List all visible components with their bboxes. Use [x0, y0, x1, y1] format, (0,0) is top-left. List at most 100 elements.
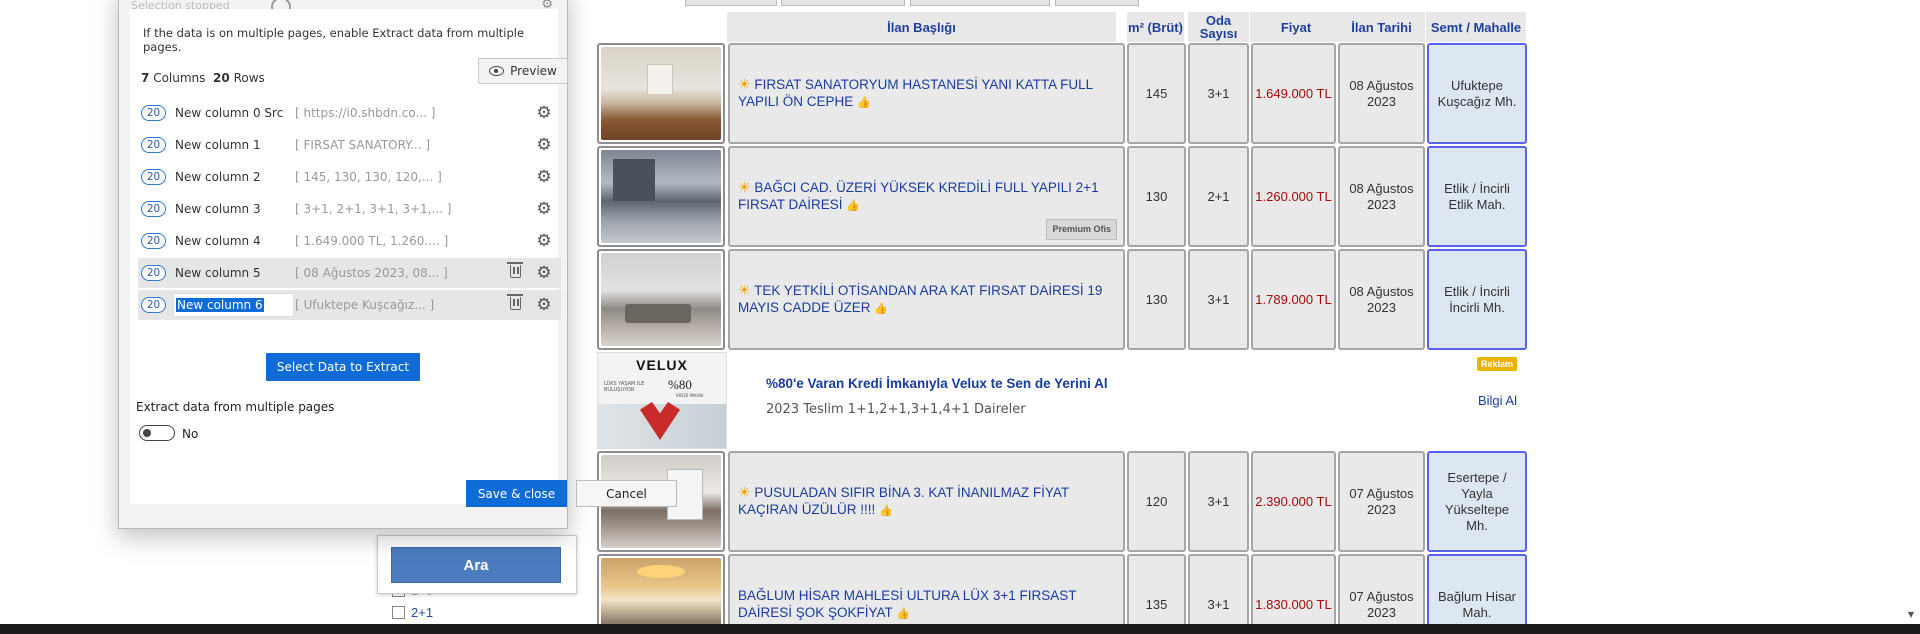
multi-page-info: If the data is on multiple pages, enable…: [143, 26, 525, 54]
search-button[interactable]: Ara: [391, 547, 561, 583]
listing-title-cell[interactable]: ☀ FIRSAT SANATORYUM HASTANESİ YANI KATTA…: [728, 43, 1125, 144]
listing-district: Bağlum Hisar Mah.: [1427, 554, 1527, 634]
column-name[interactable]: New column 3: [175, 202, 296, 216]
column-row[interactable]: 20 New column 0 Src [ https://i0.shbdn.c…: [138, 98, 561, 128]
column-row[interactable]: 20 New column 6 [ Ufuktepe Kuşcağız... ]…: [138, 290, 561, 320]
ad-image-percent-sub: KREDİ İMKANI: [676, 393, 704, 398]
listing-title[interactable]: TEK YETKİLİ OTİSANDAN ARA KAT FIRSAT DAİ…: [738, 283, 1102, 315]
column-sample: [ Ufuktepe Kuşcağız... ]: [295, 298, 435, 312]
column-name[interactable]: New column 2: [175, 170, 296, 184]
listing-title-cell[interactable]: ☀ TEK YETKİLİ OTİSANDAN ARA KAT FIRSAT D…: [728, 249, 1125, 350]
sun-icon: ☀: [738, 178, 751, 195]
delete-column-trash-icon[interactable]: [507, 294, 523, 310]
header-rooms[interactable]: Oda Sayısı: [1188, 12, 1250, 42]
listing-thumbnail[interactable]: [597, 554, 725, 634]
top-tab[interactable]: [781, 0, 905, 6]
column-count-pill: 20: [141, 201, 166, 217]
delete-column-trash-icon[interactable]: [507, 262, 523, 278]
column-settings-gear-icon[interactable]: ⚙: [535, 232, 553, 250]
column-settings-gear-icon[interactable]: ⚙: [535, 200, 553, 218]
column-settings-gear-icon[interactable]: ⚙: [535, 136, 553, 154]
top-tab[interactable]: [1055, 0, 1139, 6]
listing-rooms: 3+1: [1188, 43, 1249, 144]
column-name-selected-text[interactable]: New column 6: [176, 298, 264, 312]
listing-m2: 135: [1127, 554, 1186, 634]
column-count-pill: 20: [141, 265, 166, 281]
column-name[interactable]: New column 1: [175, 138, 296, 152]
column-name-input[interactable]: New column 6: [173, 293, 294, 317]
thumbs-up-icon: 👍: [879, 504, 893, 517]
column-settings-gear-icon[interactable]: ⚙: [535, 296, 553, 314]
column-settings-gear-icon[interactable]: ⚙: [535, 264, 553, 282]
premium-badge: Premium Ofis: [1046, 219, 1117, 240]
listing-date: 08 Ağustos 2023: [1338, 249, 1425, 350]
column-row[interactable]: 20 New column 1 [ FIRSAT SANATORY... ] ⚙: [138, 130, 561, 160]
cancel-button[interactable]: Cancel: [576, 480, 677, 507]
listing-row[interactable]: BAĞLUM HİSAR MAHLESİ ULTURA LÜX 3+1 FIRS…: [593, 554, 1527, 634]
column-count-pill: 20: [141, 137, 166, 153]
listing-title[interactable]: FIRSAT SANATORYUM HASTANESİ YANI KATTA F…: [738, 77, 1093, 109]
column-sample: [ 145, 130, 130, 120,... ]: [295, 170, 442, 184]
listing-thumbnail[interactable]: [597, 249, 725, 350]
sun-icon: ☀: [738, 281, 751, 298]
listing-title[interactable]: BAĞCI CAD. ÜZERİ YÜKSEK KREDİLİ FULL YAP…: [738, 180, 1099, 212]
top-tab[interactable]: [910, 0, 1050, 6]
listing-district: Esertepe / Yayla Yükseltepe Mh.: [1427, 451, 1527, 552]
ad-subtitle: 2023 Teslim 1+1,2+1,3+1,4+1 Daireler: [766, 402, 1026, 417]
column-settings-gear-icon[interactable]: ⚙: [535, 104, 553, 122]
header-title[interactable]: İlan Başlığı: [727, 12, 1117, 42]
listing-title-cell[interactable]: ☀ BAĞCI CAD. ÜZERİ YÜKSEK KREDİLİ FULL Y…: [728, 146, 1125, 247]
listing-row[interactable]: ☀ FIRSAT SANATORYUM HASTANESİ YANI KATTA…: [593, 43, 1527, 144]
sun-icon: ☀: [738, 75, 751, 92]
column-name[interactable]: New column 5: [175, 266, 296, 280]
column-count-pill: 20: [141, 233, 166, 249]
listing-thumbnail[interactable]: [597, 43, 725, 144]
column-row[interactable]: 20 New column 3 [ 3+1, 2+1, 3+1, 3+1,...…: [138, 194, 561, 224]
listing-district: Ufuktepe Kuşcağız Mh.: [1427, 43, 1527, 144]
rows-count: 20: [213, 71, 230, 85]
header-m2[interactable]: m² (Brüt): [1127, 12, 1185, 42]
top-tab[interactable]: [685, 0, 777, 6]
save-close-button[interactable]: Save & close: [466, 480, 567, 507]
multi-page-toggle[interactable]: [139, 425, 175, 441]
filter-option[interactable]: 2+1: [392, 605, 433, 620]
ad-title[interactable]: %80'e Varan Kredi İmkanıyla Velux te Sen…: [766, 376, 1108, 391]
select-data-button[interactable]: Select Data to Extract: [266, 353, 420, 381]
listing-m2: 130: [1127, 249, 1186, 350]
listing-price: 1.260.000 TL: [1251, 146, 1336, 247]
header-price[interactable]: Fiyat: [1250, 12, 1343, 42]
listing-row[interactable]: ☀ TEK YETKİLİ OTİSANDAN ARA KAT FIRSAT D…: [593, 249, 1527, 350]
listing-m2: 120: [1127, 451, 1186, 552]
listing-title[interactable]: PUSULADAN SIFIR BİNA 3. KAT İNANILMAZ Fİ…: [738, 485, 1069, 517]
toggle-value-label: No: [182, 427, 199, 441]
dialog-body: If the data is on multiple pages, enable…: [130, 9, 568, 504]
listing-row[interactable]: ☀ PUSULADAN SIFIR BİNA 3. KAT İNANILMAZ …: [593, 451, 1527, 552]
column-row[interactable]: 20 New column 5 [ 08 Ağustos 2023, 08...…: [138, 258, 561, 288]
column-name[interactable]: New column 0 Src: [175, 106, 296, 120]
ad-image[interactable]: VELUX LÜKS YAŞAM İLE BULUŞUYOR %80 KREDİ…: [597, 352, 727, 449]
column-row[interactable]: 20 New column 2 [ 145, 130, 130, 120,...…: [138, 162, 561, 192]
listing-title-cell[interactable]: BAĞLUM HİSAR MAHLESİ ULTURA LÜX 3+1 FIRS…: [728, 554, 1125, 634]
column-row-counts: 7 Columns 20 Rows: [141, 71, 265, 85]
thumbs-up-icon: 👍: [874, 302, 888, 315]
preview-label: Preview: [510, 64, 557, 78]
column-row[interactable]: 20 New column 4 [ 1.649.000 TL, 1.260...…: [138, 226, 561, 256]
preview-button[interactable]: Preview: [478, 58, 568, 84]
column-name[interactable]: New column 4: [175, 234, 296, 248]
listing-thumbnail[interactable]: [597, 146, 725, 247]
filter-checkbox[interactable]: [392, 606, 405, 619]
ad-info-link[interactable]: Bilgi Al: [1478, 393, 1517, 408]
ad-badge: Reklam: [1476, 357, 1517, 371]
thumbs-up-icon: 👍: [896, 607, 911, 620]
column-count-pill: 20: [141, 105, 166, 121]
header-district[interactable]: Semt / Mahalle: [1426, 12, 1527, 42]
ad-row[interactable]: VELUX LÜKS YAŞAM İLE BULUŞUYOR %80 KREDİ…: [593, 352, 1527, 452]
listing-rooms: 3+1: [1188, 451, 1249, 552]
multi-page-label: Extract data from multiple pages: [136, 400, 335, 414]
column-settings-gear-icon[interactable]: ⚙: [535, 168, 553, 186]
listing-m2: 145: [1127, 43, 1186, 144]
scroll-down-arrow-icon[interactable]: ▼: [1908, 610, 1914, 619]
listing-title-cell[interactable]: ☀ PUSULADAN SIFIR BİNA 3. KAT İNANILMAZ …: [728, 451, 1125, 552]
header-date[interactable]: İlan Tarihi: [1338, 12, 1426, 42]
listing-row[interactable]: ☀ BAĞCI CAD. ÜZERİ YÜKSEK KREDİLİ FULL Y…: [593, 146, 1527, 247]
